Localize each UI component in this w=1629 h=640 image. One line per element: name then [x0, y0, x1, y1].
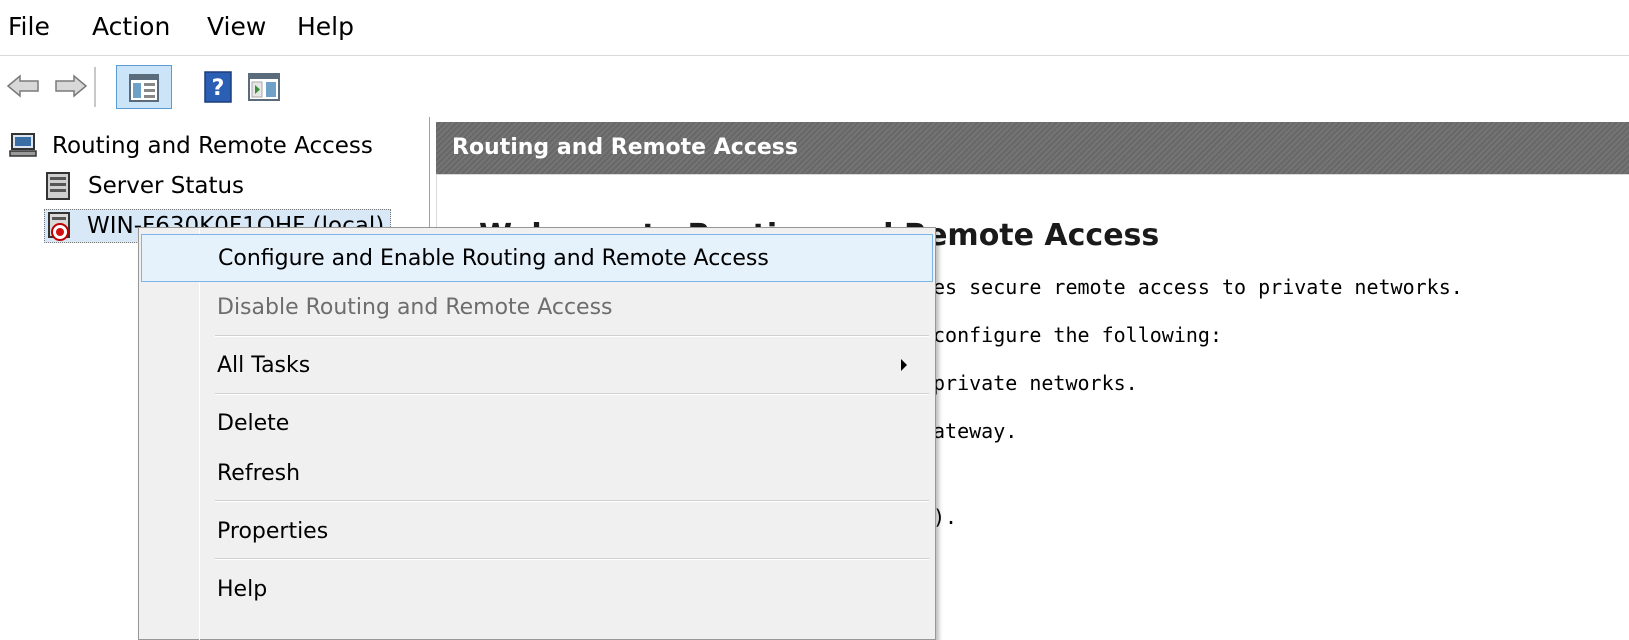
menu-file[interactable]: File [8, 12, 50, 42]
back-arrow-icon[interactable] [6, 71, 42, 105]
details-pane-header-title: Routing and Remote Access [452, 135, 798, 160]
menu-item-help[interactable]: Help [141, 566, 933, 614]
welcome-text-line: es secure remote access to private netwo… [933, 275, 1463, 299]
routing-computer-icon [8, 131, 42, 161]
show-hide-console-tree-button[interactable] [116, 65, 172, 109]
details-pane-header: Routing and Remote Access [436, 122, 1629, 174]
show-hide-console-tree-icon [129, 74, 159, 102]
menu-item-delete[interactable]: Delete [141, 400, 933, 448]
submenu-arrow-icon [901, 359, 907, 371]
menu-separator [215, 393, 929, 395]
menu-item-label: Disable Routing and Remote Access [217, 295, 613, 320]
tree-item-root[interactable]: Routing and Remote Access [8, 129, 373, 163]
toolbar-separator [94, 67, 96, 107]
svg-text:?: ? [212, 76, 225, 101]
menu-view[interactable]: View [207, 12, 266, 42]
menu-item-label: Delete [217, 411, 290, 436]
menu-separator [215, 558, 929, 560]
menu-separator [215, 500, 929, 502]
menu-item-all-tasks[interactable]: All Tasks [141, 342, 933, 390]
toolbar: ? [0, 57, 1629, 117]
menu-item-label: Help [217, 577, 268, 602]
context-menu: Configure and Enable Routing and Remote … [138, 227, 936, 640]
menu-item-configure-enable[interactable]: Configure and Enable Routing and Remote … [141, 234, 933, 282]
welcome-text-line: private networks. [933, 371, 1138, 395]
menu-bar: File Action View Help [0, 0, 1629, 56]
menu-item-label: Properties [217, 519, 329, 544]
menu-item-label: Refresh [217, 461, 301, 486]
welcome-text-line: ). [933, 505, 958, 529]
menu-item-properties[interactable]: Properties [141, 508, 933, 556]
tree-item-server-status-label: Server Status [88, 173, 245, 199]
menu-separator [215, 335, 929, 337]
help-icon[interactable]: ? [204, 71, 232, 107]
show-hide-action-pane-icon[interactable] [248, 73, 280, 105]
tree-item-server-status[interactable]: Server Status [44, 169, 244, 203]
tree-item-root-label: Routing and Remote Access [52, 133, 373, 159]
server-red-down-icon [45, 211, 79, 241]
forward-arrow-icon[interactable] [52, 71, 88, 105]
menu-item-refresh[interactable]: Refresh [141, 450, 933, 498]
server-status-icon [44, 171, 78, 201]
menu-help[interactable]: Help [297, 12, 354, 42]
menu-item-label: All Tasks [217, 353, 311, 378]
welcome-text-line: configure the following: [933, 323, 1222, 347]
menu-item-label: Configure and Enable Routing and Remote … [218, 246, 769, 271]
menu-action[interactable]: Action [92, 12, 170, 42]
welcome-text-line: ateway. [933, 419, 1018, 443]
menu-item-disable[interactable]: Disable Routing and Remote Access [141, 284, 933, 332]
